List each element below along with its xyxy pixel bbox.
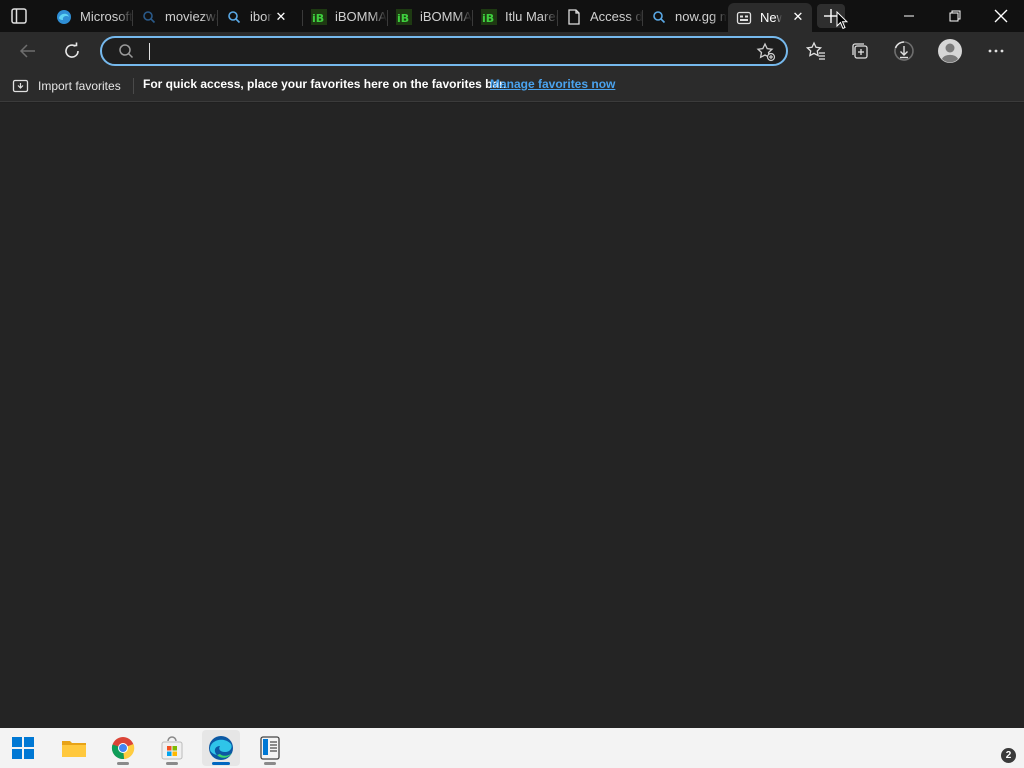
store-icon (161, 736, 183, 760)
tab-ibomma-search[interactable]: ibomma ✕ (218, 3, 303, 30)
collections-icon (852, 43, 868, 59)
collections-button[interactable] (846, 37, 874, 65)
tab-title: moviezwap (165, 9, 218, 24)
edge-button[interactable] (202, 730, 240, 766)
tab-itlu-maredumilli[interactable]: iB Itlu Maredumilli (473, 3, 558, 30)
import-favorites-label: Import favorites (38, 79, 121, 93)
tab-moviezwap[interactable]: moviezwap (133, 3, 218, 30)
tab-ibomma-2[interactable]: iB iBOMMA (388, 3, 473, 30)
restore-icon (949, 10, 961, 22)
tab-access-denied[interactable]: Access denied (558, 3, 643, 30)
import-icon (12, 79, 29, 93)
close-window-button[interactable] (978, 0, 1024, 32)
back-arrow-icon (19, 44, 35, 58)
search-icon (651, 9, 667, 25)
reader-app-button[interactable] (251, 730, 289, 766)
minimize-button[interactable] (886, 0, 932, 32)
tab-ibomma-1[interactable]: iB iBOMMA (303, 3, 388, 30)
edge-icon (209, 736, 233, 760)
mouse-cursor-icon (836, 11, 848, 30)
tab-nowgg[interactable]: now.gg m (643, 3, 727, 30)
taskbar (0, 728, 1024, 768)
edge-icon (56, 9, 72, 25)
favorites-icon (806, 41, 825, 60)
tab-title: ibomma (250, 9, 272, 24)
tab-microsoft[interactable]: Microsoft (48, 3, 133, 30)
tab-title: Microsoft (80, 9, 133, 24)
add-favorite-icon[interactable] (756, 42, 776, 67)
favorites-bar-message: For quick access, place your favorites h… (143, 77, 507, 91)
close-tab-icon[interactable]: ✕ (790, 9, 806, 25)
tab-title: iBOMMA (420, 9, 472, 24)
tab-new-tab[interactable]: New tab ✕ (728, 3, 812, 32)
refresh-button[interactable] (58, 37, 86, 65)
downloads-button[interactable] (890, 37, 918, 65)
back-button[interactable] (14, 37, 42, 65)
store-button[interactable] (153, 730, 191, 766)
manage-favorites-link[interactable]: Manage favorites now (490, 77, 615, 91)
svg-text:iB: iB (397, 12, 409, 25)
search-icon (118, 43, 134, 64)
running-indicator (117, 762, 129, 765)
page-content (0, 103, 1024, 728)
close-tab-icon[interactable]: ✕ (273, 9, 289, 25)
tab-actions-icon[interactable] (10, 7, 28, 25)
address-input[interactable] (148, 42, 738, 62)
avatar (938, 39, 962, 63)
more-options-button[interactable] (982, 37, 1010, 65)
navigation-toolbar (0, 32, 1024, 70)
close-icon (994, 9, 1008, 23)
newtab-icon (736, 10, 752, 26)
svg-text:iB: iB (482, 12, 494, 25)
chrome-icon (111, 737, 135, 760)
ibomma-icon: iB (396, 8, 412, 25)
text-caret (149, 43, 150, 60)
minimize-icon (904, 15, 914, 17)
refresh-icon (65, 42, 79, 58)
notification-badge[interactable]: 2 (1001, 748, 1016, 763)
chrome-button[interactable] (104, 730, 142, 766)
active-indicator (212, 762, 230, 765)
running-indicator (264, 762, 276, 765)
tab-title: New tab (760, 10, 782, 25)
tab-title: iBOMMA (335, 9, 387, 24)
running-indicator (166, 762, 178, 765)
favorites-button[interactable] (802, 37, 830, 65)
profile-button[interactable] (936, 37, 964, 65)
favorites-bar: Import favorites For quick access, place… (0, 70, 1024, 102)
reader-icon (260, 736, 280, 760)
file-explorer-icon (62, 741, 86, 757)
address-bar[interactable] (100, 36, 788, 66)
ellipsis-icon (988, 49, 1004, 53)
title-bar: Microsoft moviezwap ibomma ✕ iB iBOMMA (0, 0, 1024, 32)
svg-text:iB: iB (312, 12, 324, 25)
start-icon (12, 737, 34, 759)
ibomma-icon: iB (481, 8, 497, 25)
tab-title: Itlu Maredumilli (505, 9, 558, 24)
tab-title: Access denied (590, 9, 643, 24)
search-icon (226, 9, 242, 25)
ibomma-icon: iB (311, 8, 327, 25)
page-icon (566, 8, 582, 25)
restore-button[interactable] (932, 0, 978, 32)
favorites-separator (133, 78, 134, 94)
import-favorites-button[interactable]: Import favorites (12, 75, 121, 97)
search-icon (141, 9, 157, 25)
file-explorer-button[interactable] (55, 730, 93, 766)
start-button[interactable] (4, 730, 42, 766)
download-icon (894, 41, 914, 61)
tab-title: now.gg m (675, 9, 727, 24)
